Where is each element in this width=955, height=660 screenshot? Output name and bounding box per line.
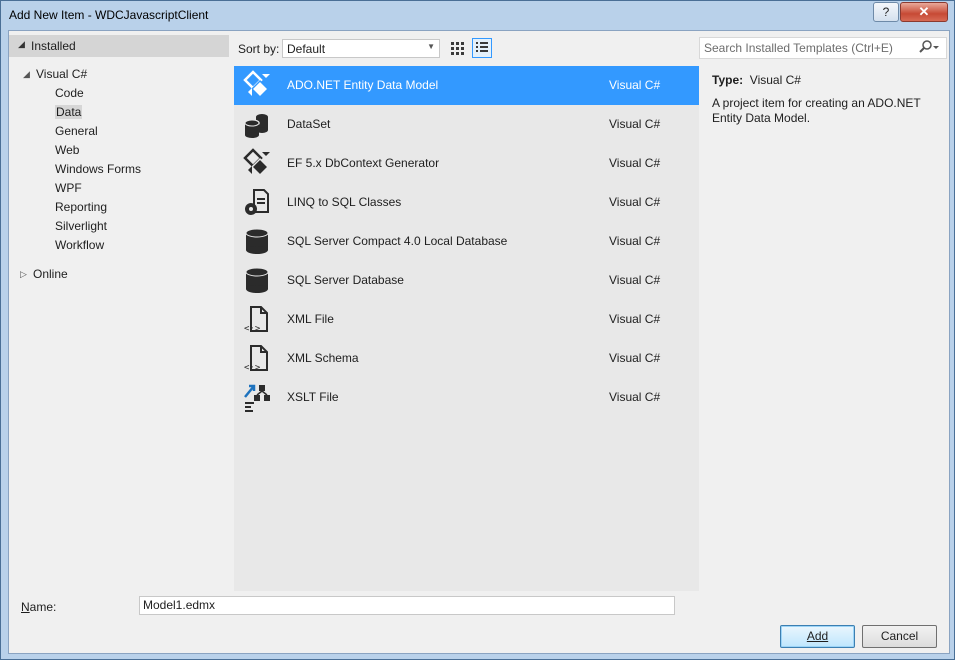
tree-node-web[interactable]: Web: [55, 141, 79, 160]
xslt-file-icon: [242, 382, 272, 412]
help-button[interactable]: ?: [873, 2, 899, 22]
dataset-icon: [242, 109, 272, 139]
title-bar: Add New Item - WDCJavascriptClient ? ✕: [1, 1, 954, 31]
add-new-item-dialog: Add New Item - WDCJavascriptClient ? ✕ ◢…: [0, 0, 955, 660]
details-pane: Type: Visual C# A project item for creat…: [699, 66, 947, 591]
add-button[interactable]: Add: [780, 625, 855, 648]
xml-schema-icon: <·>: [242, 343, 272, 373]
tree-node-wpf[interactable]: WPF: [55, 179, 82, 198]
template-description: A project item for creating an ADO.NET E…: [712, 96, 921, 125]
footer: Name: Add Cancel: [9, 591, 949, 653]
template-item-ef-5-x-dbcontext-generator[interactable]: EF 5.x DbContext Generator Visual C#: [234, 144, 699, 183]
name-label: Name:: [21, 600, 57, 614]
tree-node-reporting[interactable]: Reporting: [55, 198, 107, 217]
template-name: SQL Server Compact 4.0 Local Database: [287, 234, 508, 248]
template-language: Visual C#: [609, 117, 661, 131]
template-name: XSLT File: [287, 390, 339, 404]
tree-node-code[interactable]: Code: [55, 84, 84, 103]
tree-node-silverlight[interactable]: Silverlight: [55, 217, 107, 236]
template-item-sql-server-compact-4-0-local-database[interactable]: SQL Server Compact 4.0 Local Database Vis…: [234, 222, 699, 261]
template-item-dataset[interactable]: DataSet Visual C#: [234, 105, 699, 144]
tree-node-label: Data: [55, 105, 83, 119]
expand-triangle-icon[interactable]: ▷: [20, 265, 27, 284]
small-icons-view-button[interactable]: [472, 38, 492, 58]
template-item-sql-server-database[interactable]: SQL Server Database Visual C#: [234, 261, 699, 300]
template-language: Visual C#: [609, 234, 661, 248]
template-language: Visual C#: [609, 273, 661, 287]
tree-node-label: General: [55, 124, 98, 138]
template-item-xml-file[interactable]: <·> XML File Visual C#: [234, 300, 699, 339]
svg-text:<·>: <·>: [244, 363, 261, 373]
tree-node-data[interactable]: Data: [55, 103, 83, 122]
template-item-linq-to-sql-classes[interactable]: LINQ to SQL Classes Visual C#: [234, 183, 699, 222]
template-name: SQL Server Database: [287, 273, 404, 287]
window-title: Add New Item - WDCJavascriptClient: [9, 8, 209, 22]
list-view-icon: [476, 42, 488, 52]
template-language: Visual C#: [609, 78, 661, 92]
dropdown-arrow-icon: ▼: [427, 42, 435, 51]
sort-by-dropdown[interactable]: Default ▼: [282, 39, 440, 58]
tree-node-workflow[interactable]: Workflow: [55, 236, 104, 255]
database-icon: [242, 265, 272, 295]
tree-node-windows-forms[interactable]: Windows Forms: [55, 160, 141, 179]
cancel-button[interactable]: Cancel: [862, 625, 937, 648]
close-button[interactable]: ✕: [900, 2, 948, 22]
xml-file-icon: <·>: [242, 304, 272, 334]
template-language: Visual C#: [609, 351, 661, 365]
database-icon: [242, 226, 272, 256]
template-item-xslt-file[interactable]: XSLT File Visual C#: [234, 378, 699, 417]
template-name: ADO.NET Entity Data Model: [287, 78, 439, 92]
tree-node-label: Silverlight: [55, 219, 108, 233]
dialog-body: ◢ Installed ◢ Visual C# Code Data General W…: [8, 30, 950, 654]
tree-node-label: Reporting: [55, 200, 108, 214]
sort-toolbar: Sort by: Default ▼: [234, 37, 504, 59]
type-value: Visual C#: [749, 73, 801, 87]
linq-to-sql-icon: [242, 187, 272, 217]
medium-icons-view-button[interactable]: [447, 38, 467, 58]
name-field[interactable]: [143, 598, 663, 612]
template-language: Visual C#: [609, 156, 661, 170]
type-row: Type: Visual C#: [712, 73, 801, 87]
svg-text:<·>: <·>: [244, 324, 261, 334]
search-input[interactable]: Search Installed Templates (Ctrl+E): [704, 41, 893, 55]
tree-node-general[interactable]: General: [55, 122, 98, 141]
tree-node-label: Workflow: [55, 238, 105, 252]
template-name: DataSet: [287, 117, 331, 131]
template-language: Visual C#: [609, 390, 661, 404]
template-name: XML File: [287, 312, 334, 326]
entity-model-icon: [242, 70, 272, 100]
tree-node-label: Web: [55, 143, 80, 157]
dbcontext-generator-icon: [242, 148, 272, 178]
template-language: Visual C#: [609, 312, 661, 326]
tree-node-visual-csharp[interactable]: ◢ Visual C#: [23, 65, 87, 84]
search-icon[interactable]: [918, 39, 940, 58]
template-tree: ◢ Installed ◢ Visual C# Code Data General W…: [9, 31, 229, 591]
collapse-triangle-icon[interactable]: ◢: [18, 39, 25, 50]
template-name: XML Schema: [287, 351, 359, 365]
tree-node-label: Code: [55, 86, 84, 100]
template-language: Visual C#: [609, 195, 661, 209]
collapse-triangle-icon[interactable]: ◢: [23, 65, 30, 84]
type-label: Type:: [712, 73, 744, 87]
name-field-frame[interactable]: [139, 596, 675, 615]
tree-node-online[interactable]: ▷ Online: [20, 265, 68, 284]
template-name: EF 5.x DbContext Generator: [287, 156, 440, 170]
template-item-ado-net-entity-data-model[interactable]: ADO.NET Entity Data Model Visual C#: [234, 66, 699, 105]
template-item-xml-schema[interactable]: <·> XML Schema Visual C#: [234, 339, 699, 378]
tree-installed-header[interactable]: ◢ Installed: [9, 35, 229, 57]
tree-node-label: Windows Forms: [55, 162, 142, 176]
sort-by-label: Sort by:: [238, 42, 280, 56]
grid-view-icon: [451, 42, 464, 55]
tree-node-label: WPF: [55, 181, 82, 195]
add-label: Add: [806, 629, 829, 643]
search-templates-box[interactable]: Search Installed Templates (Ctrl+E): [699, 37, 947, 59]
template-name: LINQ to SQL Classes: [287, 195, 402, 209]
template-list: ADO.NET Entity Data Model Visual C# DataSe…: [234, 66, 699, 591]
